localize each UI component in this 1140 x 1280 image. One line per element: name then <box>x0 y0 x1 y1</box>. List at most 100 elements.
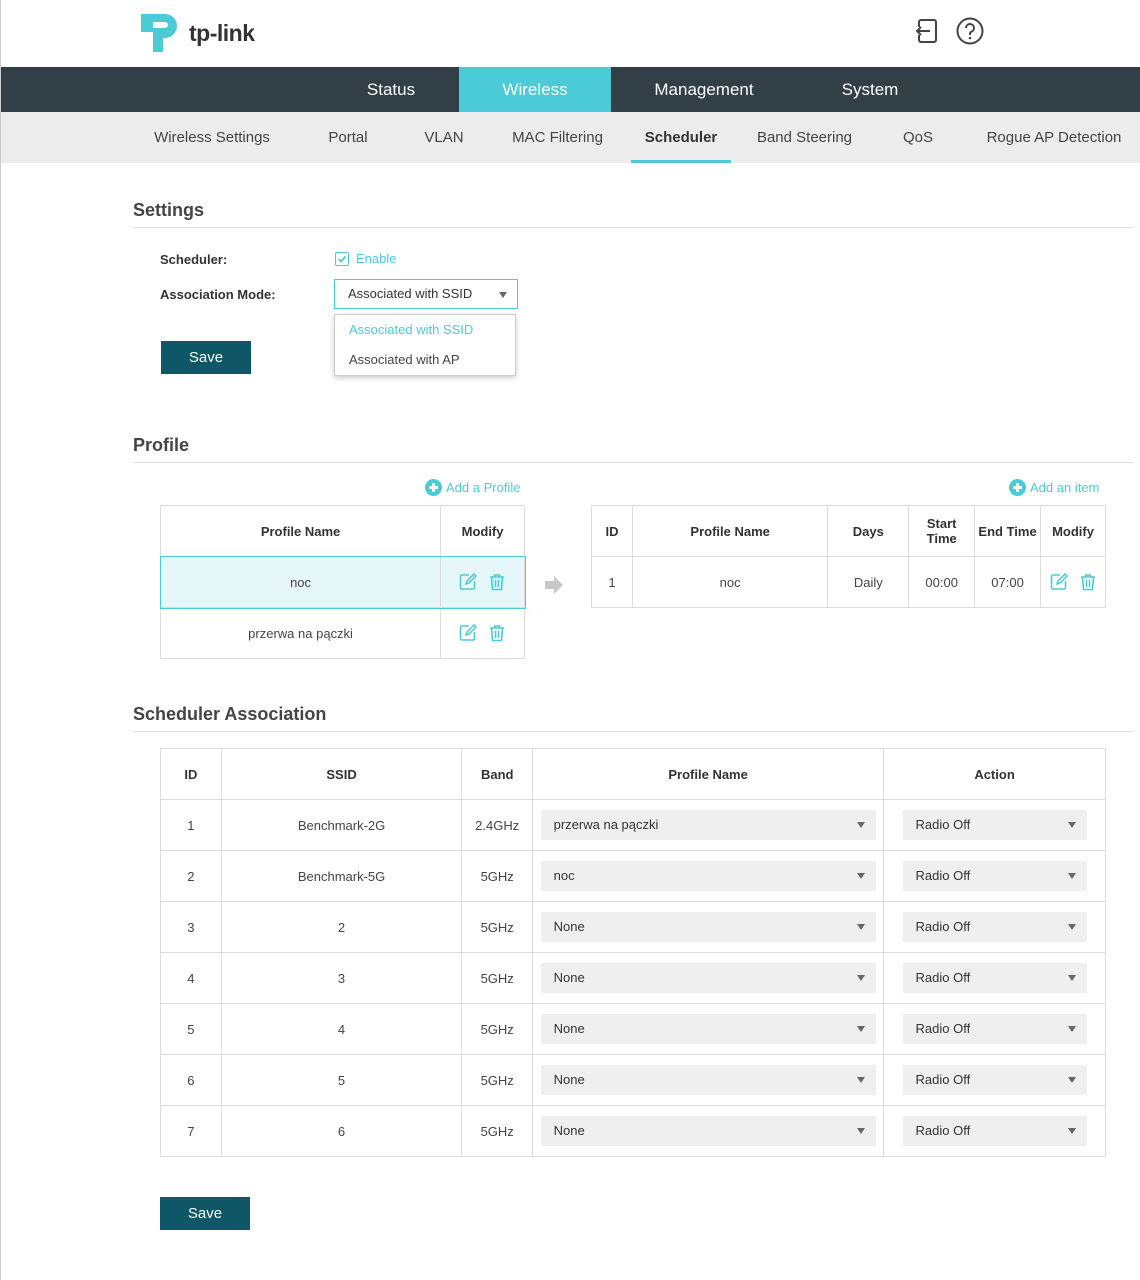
action-select[interactable]: Radio Off <box>902 861 1087 891</box>
subtab-mac-filtering[interactable]: MAC Filtering <box>501 112 614 163</box>
row-id: 5 <box>160 1003 222 1055</box>
add-item-label: Add an item <box>1030 480 1100 495</box>
row-band: 5GHz <box>461 1003 534 1055</box>
profile-select[interactable]: None <box>540 1065 876 1095</box>
chevron-down-icon <box>1067 924 1076 930</box>
profile-name-cell: przerwa na pączki <box>159 607 442 659</box>
table-row[interactable]: przerwa na pączki <box>159 607 525 659</box>
table-row: 7 6 5GHz None Radio Off <box>160 1105 1106 1157</box>
profile-divider <box>133 462 1133 463</box>
enable-label[interactable]: Enable <box>356 251 396 266</box>
profile-select[interactable]: przerwa na pączki <box>540 810 876 840</box>
subtab-band-steering[interactable]: Band Steering <box>749 112 860 163</box>
trash-icon[interactable] <box>1079 573 1097 591</box>
col-id: ID <box>160 748 222 800</box>
action-select[interactable]: Radio Off <box>902 963 1087 993</box>
tp-link-logo: tp-link <box>141 12 255 54</box>
settings-save-button[interactable]: Save <box>161 341 251 374</box>
profile-select[interactable]: noc <box>540 861 876 891</box>
main-nav: Status Wireless Management System <box>1 67 1140 112</box>
header: tp-link <box>1 0 1140 67</box>
col-id: ID <box>591 505 633 557</box>
row-band: 5GHz <box>461 901 534 953</box>
association-title: Scheduler Association <box>133 704 327 724</box>
association-mode-select[interactable]: Associated with SSID <box>334 279 518 309</box>
edit-icon[interactable] <box>459 573 478 591</box>
profile-select[interactable]: None <box>540 912 876 942</box>
edit-icon[interactable] <box>1050 573 1068 591</box>
plus-circle-icon <box>1009 479 1026 496</box>
row-id: 7 <box>160 1105 222 1157</box>
help-icon[interactable] <box>955 16 985 46</box>
chevron-down-icon <box>856 1026 865 1032</box>
table-row: 3 2 5GHz None Radio Off <box>160 901 1106 953</box>
mode-option-ap[interactable]: Associated with AP <box>335 345 515 375</box>
table-row: 5 4 5GHz None Radio Off <box>160 1003 1106 1055</box>
tab-wireless[interactable]: Wireless <box>459 67 611 112</box>
action-select-value: Radio Off <box>915 919 971 934</box>
enable-checkbox[interactable] <box>335 252 349 266</box>
profile-select-value: None <box>553 970 585 985</box>
action-select[interactable]: Radio Off <box>902 1065 1087 1095</box>
col-profile-name: Profile Name <box>631 505 829 557</box>
row-ssid: 3 <box>220 952 463 1004</box>
row-ssid: 4 <box>220 1003 463 1055</box>
item-id: 1 <box>591 556 633 608</box>
table-row: 4 3 5GHz None Radio Off <box>160 952 1106 1004</box>
edit-icon[interactable] <box>459 624 478 642</box>
tab-status[interactable]: Status <box>323 67 459 112</box>
action-select[interactable]: Radio Off <box>902 1014 1087 1044</box>
association-mode-dropdown: Associated with SSID Associated with AP <box>334 314 516 376</box>
profile-select[interactable]: None <box>540 1014 876 1044</box>
chevron-down-icon <box>1067 1026 1076 1032</box>
profile-select[interactable]: None <box>540 1116 876 1146</box>
row-ssid: Benchmark-2G <box>220 799 463 851</box>
chevron-down-icon <box>1067 1077 1076 1083</box>
logo-text: tp-link <box>189 19 255 46</box>
tab-management[interactable]: Management <box>611 67 797 112</box>
check-icon <box>337 255 347 263</box>
add-profile-label: Add a Profile <box>446 480 521 495</box>
association-mode-value: Associated with SSID <box>348 286 473 301</box>
subtab-portal[interactable]: Portal <box>318 112 378 163</box>
subtab-wireless-settings[interactable]: Wireless Settings <box>142 112 282 163</box>
action-select[interactable]: Radio Off <box>902 912 1087 942</box>
action-select-value: Radio Off <box>915 1072 971 1087</box>
chevron-down-icon <box>856 975 865 981</box>
row-band: 2.4GHz <box>461 799 534 851</box>
settings-title: Settings <box>133 200 205 220</box>
subtab-vlan[interactable]: VLAN <box>414 112 474 163</box>
chevron-down-icon <box>499 292 507 298</box>
table-row[interactable]: 1 noc Daily 00:00 07:00 <box>591 556 1106 608</box>
row-ssid: 2 <box>220 901 463 953</box>
chevron-down-icon <box>856 873 865 879</box>
profile-select-value: None <box>553 919 585 934</box>
item-end: 07:00 <box>974 556 1042 608</box>
chevron-down-icon <box>856 822 865 828</box>
profile-name-cell: noc <box>159 556 442 608</box>
table-row[interactable]: noc <box>159 555 526 609</box>
chevron-down-icon <box>1067 1128 1076 1134</box>
association-divider <box>133 731 1133 732</box>
row-id: 4 <box>160 952 222 1004</box>
mode-option-ssid[interactable]: Associated with SSID <box>335 315 515 345</box>
add-item-link[interactable]: Add an item <box>1009 479 1099 496</box>
association-save-button[interactable]: Save <box>160 1197 250 1230</box>
tab-system[interactable]: System <box>797 67 943 112</box>
trash-icon[interactable] <box>488 624 506 642</box>
action-select[interactable]: Radio Off <box>902 810 1087 840</box>
row-id: 1 <box>160 799 222 851</box>
subtab-rogue-ap-detection[interactable]: Rogue AP Detection <box>979 112 1129 163</box>
subtab-qos[interactable]: QoS <box>893 112 943 163</box>
row-id: 2 <box>160 850 222 902</box>
table-row: 2 Benchmark-5G 5GHz noc Radio Off <box>160 850 1106 902</box>
action-select[interactable]: Radio Off <box>902 1116 1087 1146</box>
add-profile-link[interactable]: Add a Profile <box>425 479 520 496</box>
profile-select[interactable]: None <box>540 963 876 993</box>
col-band: Band <box>461 748 534 800</box>
col-profile-name: Profile Name <box>532 748 885 800</box>
trash-icon[interactable] <box>488 573 506 591</box>
table-row: 1 Benchmark-2G 2.4GHz przerwa na pączki Radi… <box>160 799 1106 851</box>
subtab-scheduler[interactable]: Scheduler <box>631 112 731 163</box>
logout-icon[interactable] <box>912 16 942 46</box>
